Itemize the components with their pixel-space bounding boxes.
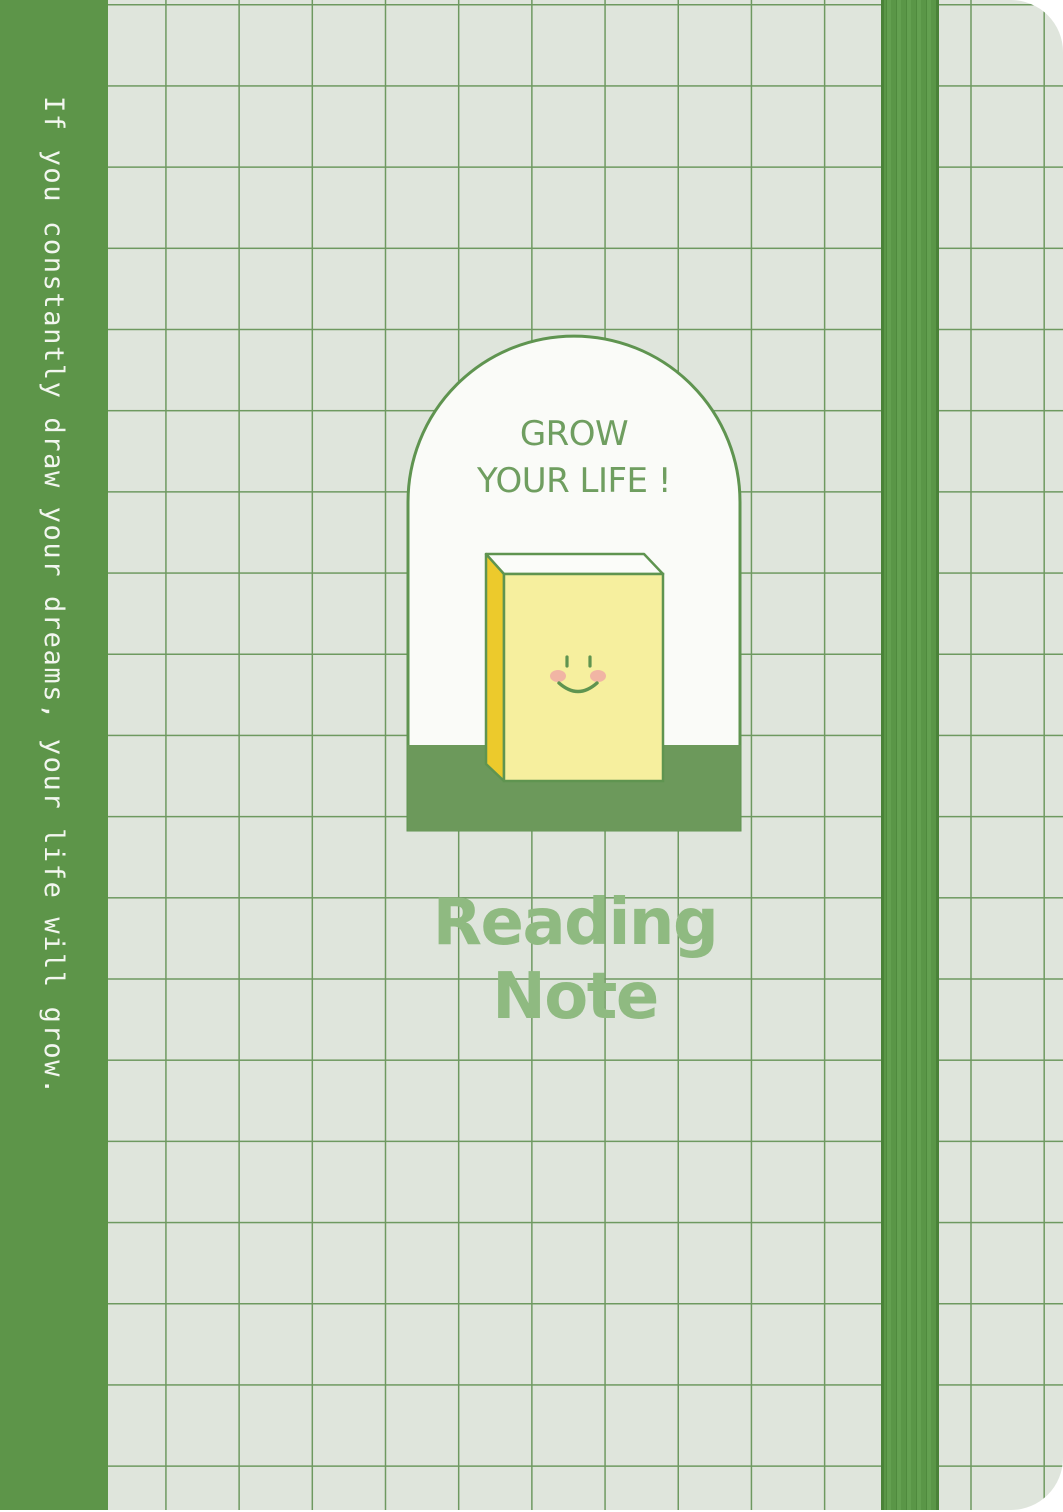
spine-quote: If you constantly draw your dreams, your… <box>38 96 69 1096</box>
badge-line-grow: GROW <box>519 414 629 454</box>
badge-line-your-life: YOUR LIFE ! <box>477 461 671 501</box>
elastic-band <box>881 0 939 1510</box>
arch-frame <box>406 334 742 832</box>
notebook-cover: If you constantly draw your dreams, your… <box>0 0 1063 1510</box>
cover-spine: If you constantly draw your dreams, your… <box>0 0 108 1510</box>
smiling-book-icon <box>484 552 665 783</box>
arch-badge: GROW YOUR LIFE ! <box>406 334 742 832</box>
cover-title: Reading Note <box>432 886 719 1034</box>
